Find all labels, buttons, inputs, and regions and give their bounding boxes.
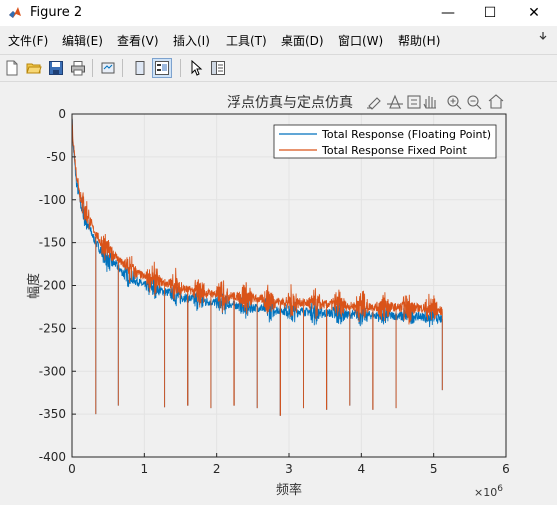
x-tick-label: 3 — [285, 462, 293, 476]
toolbar-separator — [180, 59, 181, 77]
minimize-button[interactable]: — — [428, 0, 468, 26]
window-title: Figure 2 — [30, 5, 83, 20]
save-icon — [49, 61, 63, 75]
save-button[interactable] — [46, 58, 66, 78]
y-tick-label: -200 — [39, 279, 66, 293]
print-button[interactable] — [68, 58, 88, 78]
menu-bar: 文件(F) 编辑(E) 查看(V) 插入(I) 工具(T) 桌面(D) 窗口(W… — [0, 28, 557, 50]
title-bar: Figure 2 — ☐ ✕ — [0, 0, 557, 26]
x-tick-label: 4 — [358, 462, 366, 476]
zoom-out-icon[interactable] — [467, 95, 482, 110]
close-icon: ✕ — [528, 5, 540, 21]
legend-label-floating: Total Response (Floating Point) — [321, 128, 491, 141]
y-tick-label: -250 — [39, 321, 66, 335]
menu-view[interactable]: 查看(V) — [117, 32, 159, 49]
legend[interactable]: Total Response (Floating Point) Total Re… — [273, 124, 497, 159]
link-plot-button[interactable] — [98, 58, 118, 78]
menu-edit[interactable]: 编辑(E) — [62, 32, 103, 49]
x-tick-label: 6 — [502, 462, 510, 476]
hide-plot-tools-button[interactable] — [130, 58, 150, 78]
y-tick-label: -150 — [39, 236, 66, 250]
x-tick-label: 0 — [68, 462, 76, 476]
plot-svg[interactable]: 0 1 2 3 4 5 60-50-100-150-200-250-300-350-400 … — [0, 82, 557, 502]
y-tick-label: -50 — [46, 150, 66, 164]
x-exponent-base: ×10 — [474, 486, 497, 499]
matlab-logo-icon — [9, 7, 21, 18]
home-icon[interactable] — [488, 94, 504, 109]
figure-canvas[interactable]: 0 1 2 3 4 5 6 0 -50 -100 -150 -200 -250 -300 -350 -400 … — [0, 82, 557, 502]
brush-icon[interactable] — [367, 97, 381, 110]
x-tick-label: 1 — [141, 462, 149, 476]
data-tips-icon[interactable] — [387, 94, 403, 109]
x-exponent-power: 6 — [497, 484, 503, 494]
figure-toolbar — [0, 54, 557, 82]
show-plot-tools-button[interactable] — [152, 58, 172, 78]
toolbar-separator — [92, 59, 93, 77]
menu-file[interactable]: 文件(F) — [8, 32, 48, 49]
axis-ticks: 0 1 2 3 4 5 6 0 -50 -100 -150 -200 -250 -300 -350 -400 — [39, 107, 510, 476]
edit-plot-icon — [191, 60, 203, 76]
open-property-inspector-icon — [211, 61, 225, 75]
pan-icon[interactable] — [423, 96, 436, 109]
x-tick-label: 5 — [430, 462, 438, 476]
y-tick-label: -300 — [39, 364, 66, 378]
x-axis-label: 频率 — [276, 482, 302, 498]
minimize-icon: — — [441, 5, 455, 21]
open-property-inspector-button[interactable] — [208, 58, 228, 78]
zoom-in-icon[interactable] — [447, 95, 462, 110]
y-tick-label: 0 — [58, 107, 66, 121]
chart-title: 浮点仿真与定点仿真 — [227, 95, 353, 111]
print-icon — [71, 61, 85, 76]
open-file-icon — [26, 63, 42, 74]
x-exponent-label: ×106 — [474, 484, 503, 499]
new-figure-icon — [6, 60, 18, 76]
legend-label-fixed: Total Response Fixed Point — [321, 144, 468, 157]
y-tick-label: -100 — [39, 193, 66, 207]
hide-plot-tools-icon — [135, 61, 145, 75]
y-tick-label: -400 — [39, 450, 66, 464]
menu-desktop[interactable]: 桌面(D) — [281, 32, 324, 49]
open-file-button[interactable] — [24, 58, 44, 78]
new-figure-button[interactable] — [2, 58, 22, 78]
y-tick-label: -350 — [39, 407, 66, 421]
dock-figure-icon[interactable] — [537, 30, 549, 42]
x-tick-label: 2 — [213, 462, 221, 476]
series-fixed-point-line — [71, 113, 443, 416]
axes-toolbar — [367, 94, 504, 110]
menu-tools[interactable]: 工具(T) — [226, 32, 267, 49]
y-axis-label: 幅度 — [26, 273, 42, 299]
show-plot-tools-icon — [155, 61, 169, 75]
edit-plot-button[interactable] — [186, 58, 206, 78]
menu-help[interactable]: 帮助(H) — [398, 32, 440, 49]
link-plot-icon — [101, 62, 115, 74]
menu-insert[interactable]: 插入(I) — [173, 32, 210, 49]
rotate-icon[interactable] — [407, 95, 421, 109]
maximize-button[interactable]: ☐ — [470, 0, 510, 26]
menu-window[interactable]: 窗口(W) — [338, 32, 383, 49]
close-button[interactable]: ✕ — [514, 0, 554, 26]
series-layer — [71, 113, 443, 416]
toolbar-separator — [122, 59, 123, 77]
maximize-icon: ☐ — [483, 5, 497, 21]
